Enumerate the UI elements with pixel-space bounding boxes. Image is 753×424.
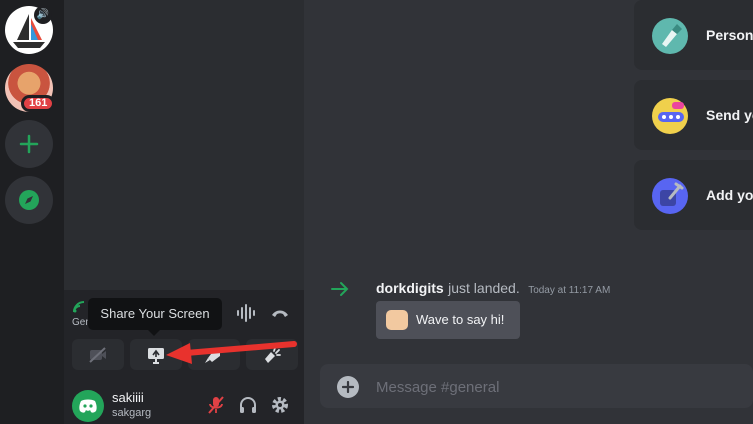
system-message: dorkdigits just landed. Today at 11:17 A… <box>376 280 610 298</box>
join-arrow-icon <box>331 282 349 296</box>
mic-muted-icon[interactable] <box>206 395 226 415</box>
discord-logo-icon <box>79 399 97 413</box>
message-username[interactable]: dorkdigits <box>376 280 444 296</box>
compass-icon <box>19 190 39 210</box>
paintbrush-icon <box>652 18 688 54</box>
speaker-icon: 🔊 <box>34 6 52 24</box>
camera-off-icon <box>89 347 106 363</box>
wave-sticker-icon <box>386 310 408 330</box>
welcome-card-label: Add you <box>706 187 753 203</box>
wave-button[interactable]: Wave to say hi! <box>376 301 520 339</box>
discord-window: 🔊 161 Gen Share Your Screen sakiiii sakg… <box>0 0 753 424</box>
message-timestamp: Today at 11:17 AM <box>528 285 611 296</box>
explore-servers-button[interactable] <box>5 176 53 224</box>
share-screen-tooltip: Share Your Screen <box>88 298 222 336</box>
invite-chat-icon <box>652 98 688 134</box>
user-username: sakgarg <box>112 407 152 419</box>
headphones-icon[interactable] <box>238 395 258 415</box>
plus-icon <box>19 134 39 154</box>
plus-icon <box>342 381 354 393</box>
message-input[interactable] <box>376 376 746 398</box>
user-display-name: sakiiii <box>112 390 144 405</box>
noise-suppression-icon[interactable] <box>236 304 258 322</box>
annotation-arrow <box>166 341 297 364</box>
avatar[interactable] <box>72 390 104 422</box>
welcome-card-label: Send yo <box>706 107 753 123</box>
attach-button[interactable] <box>337 376 359 398</box>
disconnect-icon[interactable] <box>270 306 290 320</box>
unread-badge: 161 <box>21 95 56 112</box>
message-text: just landed. <box>448 280 520 296</box>
camera-off-button[interactable] <box>72 339 124 370</box>
welcome-card-label: Persona <box>706 27 753 43</box>
add-server-button[interactable] <box>5 120 53 168</box>
wave-button-label: Wave to say hi! <box>416 312 505 327</box>
connection-signal-icon <box>73 301 85 313</box>
gear-icon[interactable] <box>270 395 290 415</box>
app-wrench-icon <box>652 178 688 214</box>
